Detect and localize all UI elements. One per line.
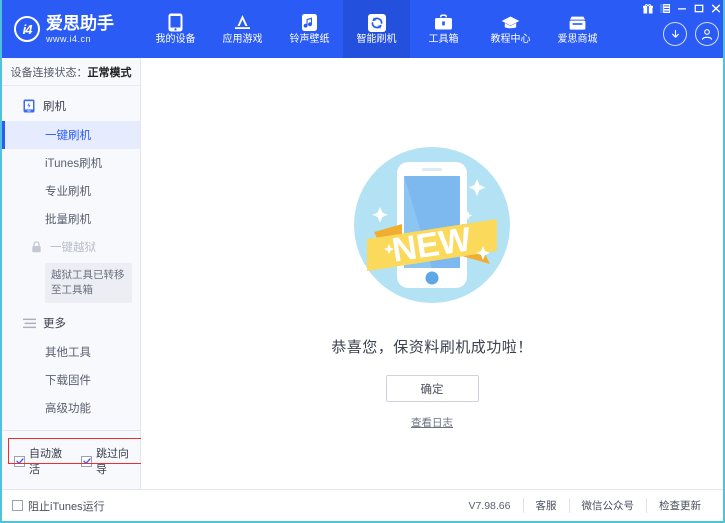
logo-url: www.i4.cn [46, 35, 114, 44]
logo-name: 爱思助手 [46, 15, 114, 32]
status-bar: 阻止iTunes运行 V7.98.66 客服 微信公众号 检查更新 [2, 489, 723, 521]
sidebar-item-label: 一键刷机 [45, 127, 91, 143]
flash-phone-icon [22, 99, 36, 113]
checkbox-checked-icon [14, 456, 25, 467]
sidebar: 设备连接状态：正常模式 刷机 一键刷机 iTunes刷机 专业刷机 批量刷机 一… [2, 58, 141, 489]
sidebar-item-label: 高级功能 [45, 400, 91, 416]
app-header: i4 爱思助手 www.i4.cn 我的设备 应用游戏 [2, 0, 725, 58]
close-icon[interactable] [709, 2, 723, 15]
customer-service-link[interactable]: 客服 [523, 498, 569, 513]
device-connection-status: 设备连接状态：正常模式 [2, 58, 140, 86]
nav-item-i4-mall[interactable]: 爱思商城 [544, 0, 611, 58]
app-logo: i4 爱思助手 www.i4.cn [2, 0, 142, 58]
success-message: 恭喜您，保资料刷机成功啦！ [331, 336, 533, 357]
sidebar-item-one-key-jailbreak: 一键越狱 [2, 233, 140, 261]
sidebar-divider [2, 430, 140, 431]
account-icon[interactable] [695, 22, 719, 46]
view-log-link[interactable]: 查看日志 [411, 415, 453, 430]
confirm-button[interactable]: 确定 [386, 375, 479, 402]
music-icon [300, 13, 319, 32]
sidebar-item-pro-flash[interactable]: 专业刷机 [2, 177, 140, 205]
option-label: 跳过向导 [96, 445, 134, 477]
jailbreak-tooltip: 越狱工具已转移至工具箱 [45, 263, 132, 303]
nav-label: 工具箱 [429, 35, 459, 45]
sidebar-group-label: 刷机 [43, 98, 66, 114]
sidebar-item-label: iTunes刷机 [45, 155, 102, 171]
lock-icon [30, 241, 43, 254]
sidebar-item-download-firmware[interactable]: 下载固件 [2, 366, 140, 394]
nav-item-toolbox[interactable]: 工具箱 [410, 0, 477, 58]
nav-label: 教程中心 [491, 35, 531, 45]
sidebar-group-flash: 刷机 [2, 91, 140, 121]
gift-icon[interactable] [641, 2, 655, 15]
minimize-icon[interactable] [675, 2, 689, 15]
sidebar-item-one-key-flash[interactable]: 一键刷机 [2, 121, 140, 149]
checkbox-checked-icon [81, 456, 92, 467]
new-phone-badge-illustration: NEW [342, 135, 522, 320]
graduation-icon [501, 13, 520, 32]
refresh-icon [367, 13, 386, 32]
toolbox-icon [434, 13, 453, 32]
logo-mark-text: i4 [23, 23, 32, 36]
i4-logo-icon: i4 [14, 16, 40, 42]
block-itunes-label: 阻止iTunes运行 [28, 498, 105, 514]
nav-label: 我的设备 [156, 35, 196, 45]
option-label: 自动激活 [29, 445, 67, 477]
main-content: NEW 恭喜您，保资料刷机成功啦！ 确定 查看日志 [141, 58, 723, 489]
sidebar-item-batch-flash[interactable]: 批量刷机 [2, 205, 140, 233]
list-icon[interactable] [658, 2, 672, 15]
window-controls [641, 2, 723, 15]
shop-icon [568, 13, 587, 32]
sidebar-item-label: 一键越狱 [50, 239, 96, 255]
sidebar-item-label: 其他工具 [45, 344, 91, 360]
checkbox-block-itunes[interactable]: 阻止iTunes运行 [12, 498, 105, 514]
nav-item-ringtones-wallpaper[interactable]: 铃声壁纸 [276, 0, 343, 58]
sidebar-group-label: 更多 [43, 315, 66, 331]
nav-item-my-device[interactable]: 我的设备 [142, 0, 209, 58]
flash-options: 自动激活 跳过向导 [2, 443, 140, 479]
appstore-icon [233, 13, 252, 32]
sidebar-item-label: 批量刷机 [45, 211, 91, 227]
device-status-label: 设备连接状态： [11, 64, 88, 80]
header-actions [663, 22, 719, 46]
nav-label: 爱思商城 [558, 35, 598, 45]
app-window: i4 爱思助手 www.i4.cn 我的设备 应用游戏 [0, 0, 725, 523]
wechat-official-link[interactable]: 微信公众号 [569, 498, 647, 513]
device-status-value: 正常模式 [88, 64, 132, 80]
checkbox-auto-activate[interactable]: 自动激活 [14, 445, 67, 477]
nav-label: 智能刷机 [357, 35, 397, 45]
sidebar-item-label: 下载固件 [45, 372, 91, 388]
menu-lines-icon [22, 316, 36, 330]
check-update-link[interactable]: 检查更新 [646, 498, 713, 513]
sidebar-item-itunes-flash[interactable]: iTunes刷机 [2, 149, 140, 177]
main-nav: 我的设备 应用游戏 铃声壁纸 智能刷机 [142, 0, 611, 58]
app-version: V7.98.66 [468, 500, 510, 512]
checkbox-skip-setup[interactable]: 跳过向导 [81, 445, 134, 477]
sidebar-item-other-tools[interactable]: 其他工具 [2, 338, 140, 366]
nav-label: 应用游戏 [223, 35, 263, 45]
nav-label: 铃声壁纸 [290, 35, 330, 45]
sidebar-group-more: 更多 [2, 308, 140, 338]
nav-item-tutorial-center[interactable]: 教程中心 [477, 0, 544, 58]
sidebar-item-label: 专业刷机 [45, 183, 91, 199]
nav-item-smart-flash[interactable]: 智能刷机 [343, 0, 410, 58]
maximize-icon[interactable] [692, 2, 706, 15]
nav-item-apps-games[interactable]: 应用游戏 [209, 0, 276, 58]
sidebar-item-advanced-features[interactable]: 高级功能 [2, 394, 140, 422]
checkbox-unchecked-icon [12, 500, 23, 511]
phone-icon [166, 13, 185, 32]
download-icon[interactable] [663, 22, 687, 46]
